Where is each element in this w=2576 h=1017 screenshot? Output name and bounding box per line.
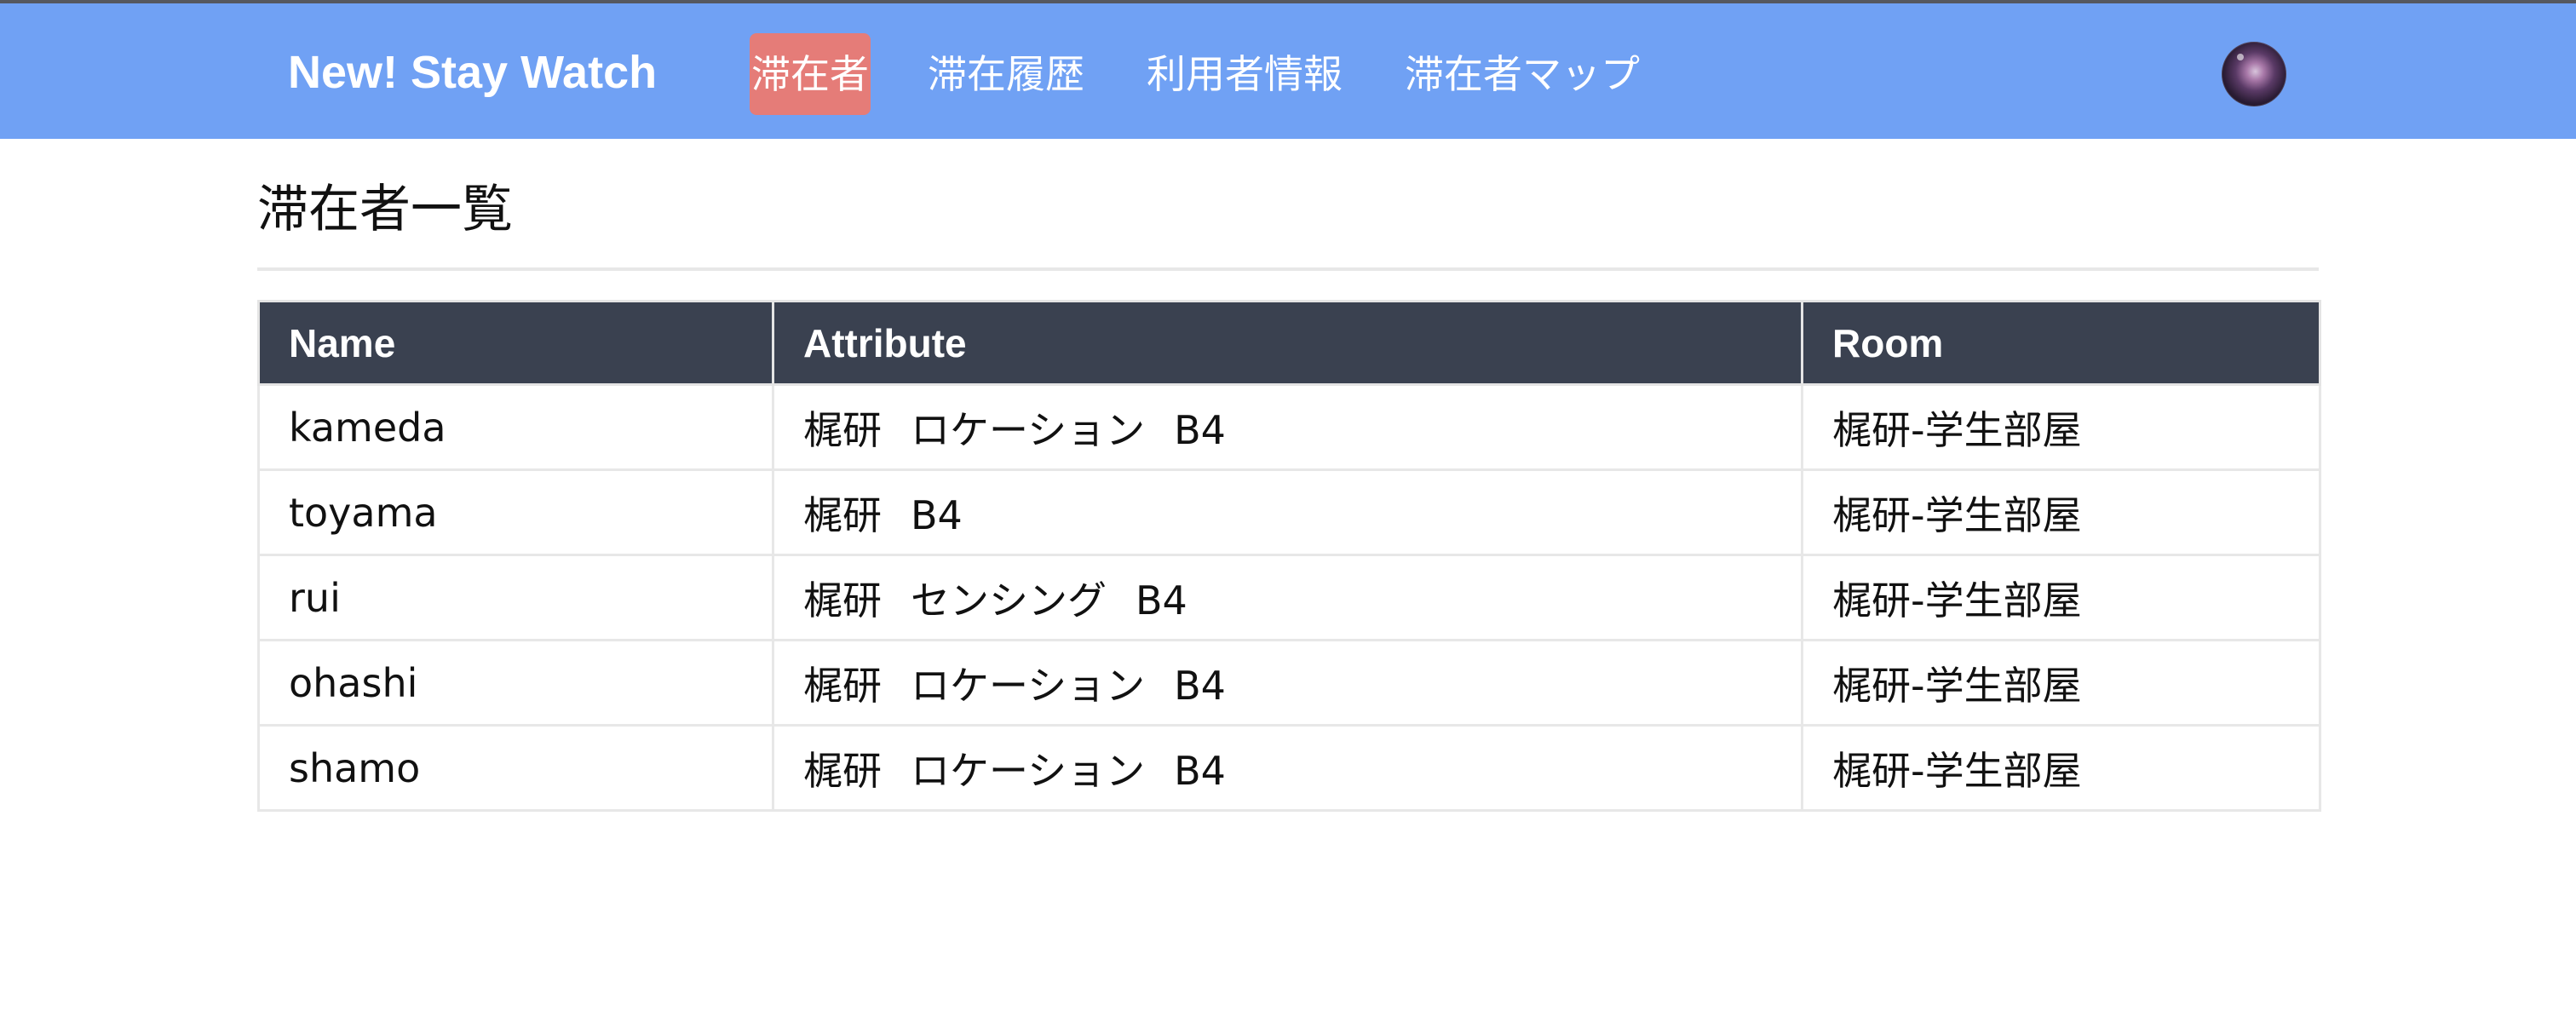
- cell-attribute: 梶研 B4: [772, 468, 1803, 556]
- cell-room: 梶研-学生部屋: [1801, 724, 2321, 812]
- nav-tab-stayer-map[interactable]: 滞在者マップ: [1403, 33, 1642, 115]
- nav-tab-user-info[interactable]: 利用者情報: [1145, 33, 1344, 115]
- attribute-tag: 梶研: [803, 577, 882, 623]
- attribute-tag: ロケーション: [911, 406, 1146, 453]
- page-title: 滞在者一覧: [257, 180, 513, 239]
- cell-attribute: 梶研 ロケーション B4: [772, 724, 1803, 812]
- column-header-room: Room: [1801, 300, 2321, 386]
- cell-room: 梶研-学生部屋: [1801, 468, 2321, 556]
- attribute-tag: 梶研: [803, 406, 882, 453]
- nav-tab-stay-history[interactable]: 滞在履歴: [926, 33, 1086, 115]
- table-row: toyama 梶研 B4 梶研-学生部屋: [257, 468, 2321, 556]
- attribute-tag: B4: [911, 491, 963, 538]
- title-divider: [257, 267, 2319, 271]
- attribute-tag: センシング: [911, 577, 1107, 623]
- top-navigation-bar: New! Stay Watch 滞在者 滞在履歴 利用者情報 滞在者マップ: [0, 0, 2576, 139]
- attribute-tag: ロケーション: [911, 747, 1146, 794]
- attribute-tag: 梶研: [803, 491, 882, 538]
- cell-attribute: 梶研 ロケーション B4: [772, 383, 1803, 471]
- cell-name: rui: [257, 554, 774, 641]
- stayers-table: Name Attribute Room kameda 梶研 ロケーション B4 梶研-学…: [257, 300, 2321, 812]
- column-header-attribute: Attribute: [772, 300, 1803, 386]
- user-avatar-icon[interactable]: [2222, 42, 2286, 106]
- cell-room: 梶研-学生部屋: [1801, 383, 2321, 471]
- attribute-tag: ロケーション: [911, 662, 1146, 709]
- cell-name: kameda: [257, 383, 774, 471]
- table-row: kameda 梶研 ロケーション B4 梶研-学生部屋: [257, 383, 2321, 471]
- app-brand[interactable]: New! Stay Watch: [288, 43, 657, 102]
- column-header-name: Name: [257, 300, 774, 386]
- cell-name: ohashi: [257, 639, 774, 727]
- nav-tab-stayers[interactable]: 滞在者: [750, 33, 871, 115]
- cell-name: shamo: [257, 724, 774, 812]
- table-row: shamo 梶研 ロケーション B4 梶研-学生部屋: [257, 724, 2321, 812]
- attribute-tag: B4: [1174, 747, 1226, 794]
- cell-attribute: 梶研 ロケーション B4: [772, 639, 1803, 727]
- cell-name: toyama: [257, 468, 774, 556]
- attribute-tag: 梶研: [803, 662, 882, 709]
- table-body: kameda 梶研 ロケーション B4 梶研-学生部屋 toyama 梶研 B4 梶研-学生部屋…: [257, 383, 2321, 812]
- table-row: ohashi 梶研 ロケーション B4 梶研-学生部屋: [257, 639, 2321, 727]
- attribute-tag: B4: [1136, 577, 1187, 623]
- cell-attribute: 梶研 センシング B4: [772, 554, 1803, 641]
- cell-room: 梶研-学生部屋: [1801, 639, 2321, 727]
- attribute-tag: 梶研: [803, 747, 882, 794]
- attribute-tag: B4: [1174, 406, 1226, 453]
- attribute-tag: B4: [1174, 662, 1226, 709]
- table-header-row: Name Attribute Room: [257, 300, 2321, 386]
- table-row: rui 梶研 センシング B4 梶研-学生部屋: [257, 554, 2321, 641]
- cell-room: 梶研-学生部屋: [1801, 554, 2321, 641]
